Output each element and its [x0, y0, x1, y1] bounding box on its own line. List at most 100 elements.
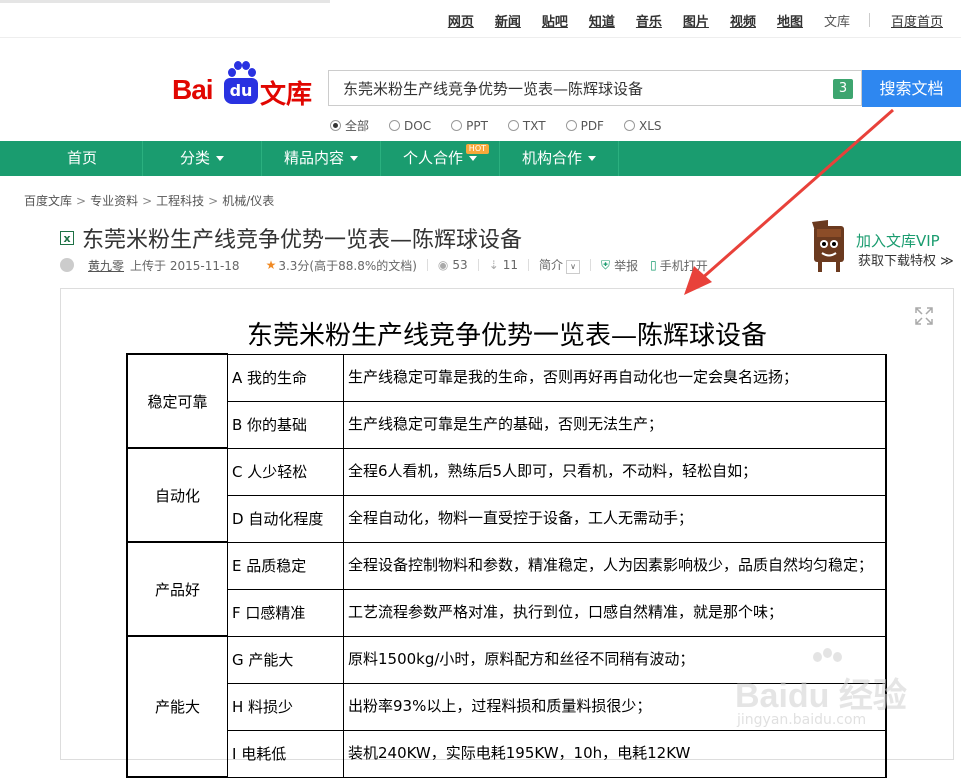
intro-label: 简介	[539, 258, 564, 272]
radio-icon	[565, 120, 577, 131]
item-cell: D 自动化程度	[227, 494, 344, 543]
table-row: B 你的基础 生产线稳定可靠是生产的基础，否则无法生产；	[127, 400, 887, 449]
nav-featured[interactable]: 精品内容	[262, 141, 381, 176]
category-cell: 自动化	[126, 447, 228, 543]
radio-icon	[330, 120, 341, 131]
user-icon	[60, 258, 74, 272]
category-cell: 产品好	[126, 541, 228, 637]
category-cell: 稳定可靠	[126, 353, 228, 449]
item-cell: E 品质稳定	[227, 541, 344, 590]
nav-personal[interactable]: 个人合作 HOT	[381, 141, 500, 176]
filter-label: PPT	[466, 118, 488, 133]
top-link-music[interactable]: 音乐	[636, 11, 662, 30]
filter-label: XLS	[638, 118, 662, 133]
document-title-row: x 东莞米粉生产线竞争优势一览表—陈辉球设备	[60, 222, 522, 254]
breadcrumb-sep: >	[76, 194, 87, 208]
nav-org[interactable]: 机构合作	[500, 141, 619, 176]
top-nav-links: 网页 新闻 贴吧 知道 音乐 图片 视频 地图 文库 百度首页	[427, 11, 943, 30]
top-link-video[interactable]: 视频	[730, 11, 756, 30]
top-link-tieba[interactable]: 贴吧	[542, 11, 568, 30]
intro-toggle[interactable]: 简介 ∨	[539, 256, 581, 274]
table-row: 自动化 C 人少轻松 全程6人看机，熟练后5人即可，只看机，不动料，轻松自如；	[126, 447, 887, 543]
top-link-baidu-home[interactable]: 百度首页	[891, 11, 943, 30]
nav-home[interactable]: 首页	[22, 141, 143, 176]
phone-icon: ▯	[650, 258, 657, 272]
item-cell: G 产能大	[227, 635, 344, 684]
vip-promo[interactable]: 加入文库VIP 获取下载特权 ≫	[808, 220, 958, 278]
top-link-news[interactable]: 新闻	[495, 11, 521, 30]
logo-bai: Bai	[172, 74, 214, 105]
watermark-brand: Baidu 经验	[735, 677, 907, 715]
hot-badge: HOT	[465, 144, 489, 154]
top-link-wenku: 文库	[823, 15, 850, 30]
search-button[interactable]: 搜索文档	[862, 70, 961, 107]
item-cell: I 电耗低	[227, 729, 344, 778]
top-link-images[interactable]: 图片	[683, 11, 709, 30]
table-row: F 口感精准 工艺流程参数严格对准，执行到位，口感自然精准，就是那个味；	[127, 588, 887, 637]
meta-divider	[477, 259, 479, 271]
report-link[interactable]: 举报	[614, 257, 638, 274]
table-row: 产品好 E 品质稳定 全程设备控制物料和参数，精准稳定，人为因素影响极少，品质自…	[126, 541, 887, 637]
header: Bai du 文库 3 搜索文档 全部 DOC PPT TXT PDF XLS	[0, 38, 961, 140]
search-box: 3	[328, 70, 862, 106]
filetype-filters: 全部 DOC PPT TXT PDF XLS	[330, 117, 682, 134]
item-cell: F 口感精准	[227, 588, 344, 637]
rating-text: 3.3分(高于88.8%的文档)	[278, 258, 417, 273]
top-link-web[interactable]: 网页	[448, 11, 474, 30]
breadcrumb-item[interactable]: 机械/仪表	[222, 194, 274, 208]
filter-xls[interactable]: XLS	[623, 117, 662, 134]
search-input[interactable]	[341, 78, 825, 98]
filter-txt[interactable]: TXT	[507, 117, 546, 134]
top-link-map[interactable]: 地图	[777, 11, 803, 30]
filter-label: PDF	[580, 118, 604, 133]
logo-wenku: 文库	[260, 80, 313, 110]
table-row: 稳定可靠 A 我的生命 生产线稳定可靠是我的生命，否则再好再自动化也一定会臭名远…	[126, 353, 887, 449]
mobile-open-link[interactable]: 手机打开	[660, 257, 708, 274]
search-count-badge: 3	[833, 79, 853, 99]
baidu-wenku-logo[interactable]: Bai du 文库	[172, 60, 313, 110]
item-cell: H 料损少	[227, 682, 344, 731]
item-cell: A 我的生命	[227, 353, 344, 402]
nav-category-label: 分类	[179, 149, 210, 167]
nav-home-label: 首页	[66, 149, 97, 167]
vip-subtitle: 获取下载特权 ≫	[858, 254, 954, 269]
table-row: D 自动化程度 全程自动化，物料一直受控于设备，工人无需动手；	[127, 494, 887, 543]
meta-divider	[590, 259, 592, 271]
chevron-down-icon: ∨	[566, 260, 581, 274]
category-cell: 产能大	[126, 635, 228, 778]
logo-du: du	[224, 78, 258, 104]
chevron-down-icon	[350, 156, 358, 161]
view-count: 53	[452, 258, 468, 272]
radio-icon	[451, 120, 463, 131]
breadcrumb: 百度文库 > 专业资料 > 工程科技 > 机械/仪表	[24, 192, 274, 209]
filter-ppt[interactable]: PPT	[451, 117, 488, 134]
meta-divider	[528, 259, 530, 271]
filter-label: TXT	[522, 118, 546, 133]
radio-icon	[623, 120, 635, 131]
description-cell: 生产线稳定可靠是我的生命，否则再好再自动化也一定会臭名远扬；	[343, 353, 887, 402]
filter-label: DOC	[404, 118, 432, 133]
filter-all[interactable]: 全部	[330, 117, 369, 134]
sheet-title: 东莞米粉生产线竞争优势一览表—陈辉球设备	[246, 321, 767, 351]
excel-file-icon: x	[60, 231, 74, 245]
breadcrumb-item[interactable]: 工程科技	[156, 194, 204, 208]
chevron-down-icon	[216, 156, 224, 161]
breadcrumb-sep: >	[142, 194, 153, 208]
breadcrumb-item[interactable]: 百度文库	[24, 194, 72, 208]
breadcrumb-item[interactable]: 专业资料	[90, 194, 138, 208]
author-link[interactable]: 黄九零	[88, 257, 124, 274]
chevron-down-icon	[588, 156, 596, 161]
radio-icon	[507, 120, 519, 131]
description-cell: 全程设备控制物料和参数，精准稳定，人为因素影响极少，品质自然均匀稳定；	[343, 541, 887, 590]
document-meta: 黄九零 上传于 2015-11-18 ★ 3.3分(高于88.8%的文档) ◉ …	[60, 256, 708, 274]
nav-category[interactable]: 分类	[143, 141, 262, 176]
item-cell: C 人少轻松	[227, 447, 344, 496]
filter-doc[interactable]: DOC	[389, 117, 431, 134]
star-icon: ★	[265, 258, 277, 272]
book-mascot-icon	[812, 220, 844, 272]
filter-pdf[interactable]: PDF	[565, 117, 604, 134]
nav-featured-label: 精品内容	[283, 149, 344, 167]
radio-icon	[389, 120, 401, 131]
description-cell: 全程自动化，物料一直受控于设备，工人无需动手；	[343, 494, 887, 543]
top-link-zhidao[interactable]: 知道	[589, 11, 615, 30]
